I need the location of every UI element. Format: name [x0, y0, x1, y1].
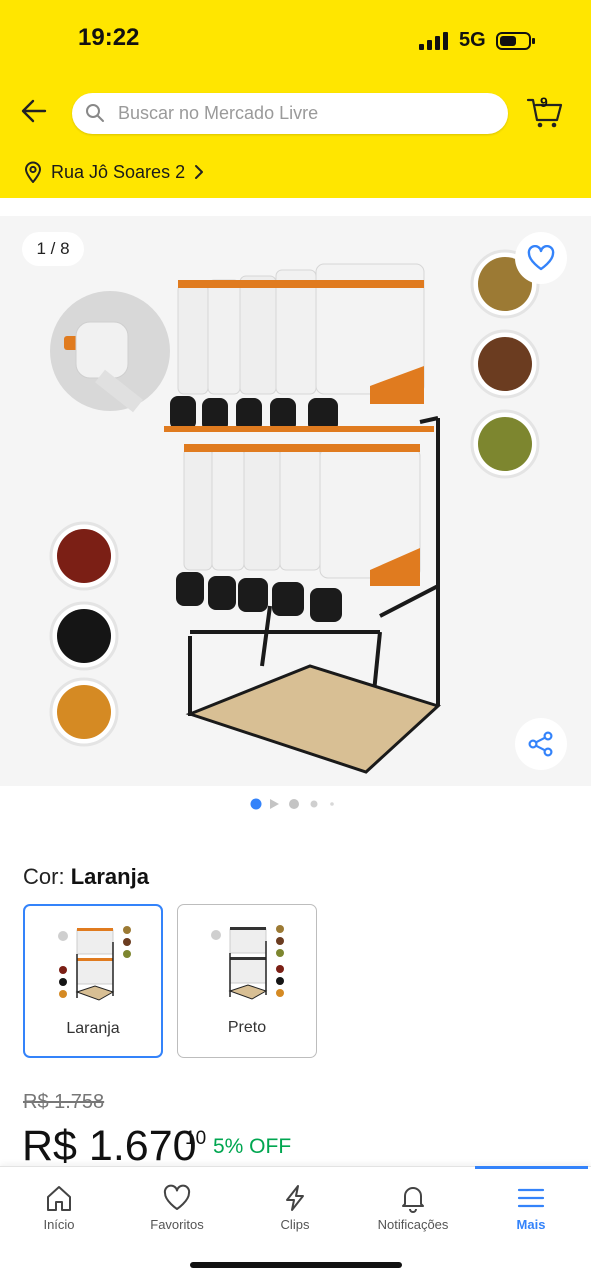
heart-icon	[163, 1184, 191, 1210]
color-option-preto[interactable]: Preto	[177, 904, 317, 1058]
nav-label: Favoritos	[150, 1217, 204, 1232]
nav-item-mais[interactable]: Mais	[476, 1183, 586, 1245]
bell-icon	[402, 1187, 424, 1213]
search-icon	[86, 104, 104, 122]
address-selector[interactable]: Rua Jô Soares 2	[24, 158, 204, 186]
product-thumbnail-black	[211, 925, 284, 1000]
signal-icon	[419, 32, 448, 50]
product-gallery[interactable]: 1 / 8	[0, 216, 591, 786]
nav-item-favoritos[interactable]: Favoritos	[122, 1183, 232, 1245]
nav-item-inicio[interactable]: Início	[4, 1183, 114, 1245]
nav-item-notificacoes[interactable]: Notificações	[358, 1183, 468, 1245]
color-option-laranja[interactable]: Laranja	[23, 904, 163, 1058]
favorite-button[interactable]	[515, 232, 567, 284]
home-indicator[interactable]	[190, 1262, 402, 1268]
nav-label: Mais	[516, 1217, 546, 1232]
nav-label: Notificações	[377, 1217, 449, 1232]
chevron-right-icon	[195, 165, 204, 179]
color-selected-value: Laranja	[70, 864, 149, 889]
status-time: 19:22	[78, 24, 140, 51]
search-bar[interactable]	[72, 93, 508, 134]
back-button[interactable]	[18, 96, 52, 126]
current-price-cents: 10	[185, 1128, 207, 1149]
discount-badge: 5% OFF	[213, 1135, 292, 1158]
pagination-dot	[250, 798, 262, 810]
current-price: R$ 1.670	[22, 1122, 197, 1170]
app-header: 19:22 5G 9 Rua Jô	[0, 0, 591, 198]
color-label: Cor: Laranja	[23, 864, 149, 890]
network-label: 5G	[459, 29, 486, 51]
image-counter: 1 / 8	[22, 232, 84, 266]
pagination-dot	[289, 799, 299, 809]
cart-button[interactable]: 9	[526, 94, 564, 130]
nav-label: Clips	[280, 1217, 310, 1232]
color-option-label: Preto	[227, 1019, 267, 1036]
gallery-pagination	[250, 798, 334, 810]
pagination-dot	[310, 800, 318, 808]
search-input[interactable]	[118, 93, 498, 134]
nav-label: Início	[43, 1217, 75, 1232]
address-text: Rua Jô Soares 2	[51, 161, 186, 182]
share-icon	[528, 731, 553, 757]
bolt-icon	[286, 1185, 304, 1211]
home-icon	[47, 1186, 71, 1211]
color-label-prefix: Cor:	[23, 864, 65, 889]
pagination-play-dot	[270, 799, 279, 809]
product-thumbnail-orange	[58, 926, 131, 1001]
color-option-label: Laranja	[66, 1020, 120, 1037]
nav-active-indicator	[475, 1166, 588, 1169]
share-button[interactable]	[515, 718, 567, 770]
cart-count-badge: 9	[540, 94, 548, 110]
arrow-left-icon	[21, 99, 47, 123]
battery-icon	[496, 32, 535, 50]
location-pin-icon	[24, 161, 42, 183]
product-image	[49, 249, 540, 774]
nav-item-clips[interactable]: Clips	[240, 1183, 350, 1245]
menu-icon	[517, 1188, 545, 1208]
pagination-dot	[330, 802, 334, 806]
original-price: R$ 1.758	[23, 1091, 105, 1113]
heart-icon	[527, 245, 555, 271]
